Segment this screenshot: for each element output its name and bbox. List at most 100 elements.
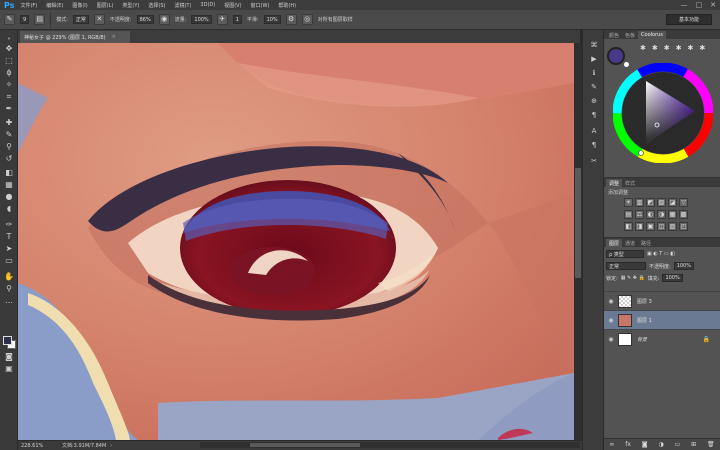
horizontal-scrollbar[interactable] [200, 442, 580, 448]
fill-field[interactable]: 100% [662, 274, 683, 282]
levels-icon[interactable]: ▥ [635, 198, 644, 207]
rectangle-tool-icon[interactable]: ▭ [3, 256, 15, 266]
collapse-arrows-icon[interactable]: » [3, 34, 15, 44]
layer-row[interactable]: ◉ 背景 🔒 [604, 329, 720, 348]
menu-file[interactable]: 文件(F) [20, 2, 37, 9]
pressure-opacity-icon[interactable]: ◉ [158, 14, 170, 25]
status-menu-arrow-icon[interactable]: › [110, 443, 112, 449]
mode-select[interactable]: 正常 [72, 15, 89, 24]
character-icon[interactable]: A [588, 126, 600, 136]
layer-mask-icon[interactable]: ◙ [642, 441, 648, 448]
delete-layer-icon[interactable]: 🗑 [707, 441, 715, 448]
mode-icon-2[interactable]: ✱ [652, 44, 658, 52]
visibility-eye-icon[interactable]: ◉ [604, 336, 618, 343]
smoothing-field[interactable]: 10% [263, 15, 281, 24]
lock-icons[interactable]: ▦ ✎ ✥ 🔒 [621, 275, 645, 281]
dodge-tool-icon[interactable]: ◖ [3, 204, 15, 214]
menu-type[interactable]: 类型(Y) [122, 2, 139, 9]
selective-color-icon[interactable]: ◫ [657, 222, 666, 231]
curves-icon[interactable]: ◩ [646, 198, 655, 207]
black-white-icon[interactable]: ◐ [646, 210, 655, 219]
actions-icon[interactable]: ▶ [588, 54, 600, 64]
new-layer-icon[interactable]: ⊞ [691, 441, 696, 448]
type-tool-icon[interactable]: T [3, 232, 15, 242]
pen-tool-icon[interactable]: ✑ [3, 220, 15, 230]
foreground-color-swatch[interactable] [3, 336, 12, 345]
tab-adjustments[interactable]: 调整 [606, 179, 623, 187]
properties-icon[interactable]: ℹ [588, 68, 600, 78]
menu-layer[interactable]: 图层(L) [97, 2, 114, 9]
close-icon[interactable]: ✕ [93, 14, 105, 25]
horizontal-scroll-thumb[interactable] [250, 443, 360, 447]
layer-row[interactable]: ◉ 图层 1 [604, 310, 720, 329]
tab-coolorus[interactable]: Coolorus [638, 31, 666, 39]
move-tool-icon[interactable]: ✥ [3, 44, 15, 54]
quick-select-tool-icon[interactable]: ✧ [3, 80, 15, 90]
menu-window[interactable]: 窗口(W) [251, 2, 270, 9]
lasso-tool-icon[interactable]: ϕ [3, 68, 15, 78]
vibrance-icon[interactable]: ◪ [668, 198, 677, 207]
channel-mixer-icon[interactable]: ▦ [668, 210, 677, 219]
menu-select[interactable]: 选择(S) [148, 2, 165, 9]
menu-filter[interactable]: 滤镜(T) [174, 2, 191, 9]
brush-preset-icon[interactable]: ✎ [4, 14, 15, 25]
sample-all-label[interactable]: 对所有图层取样 [318, 16, 353, 23]
layer-style-icon[interactable]: fx [625, 441, 631, 448]
hand-tool-icon[interactable]: ✋ [3, 272, 15, 282]
blend-mode-select[interactable]: 正常 [606, 262, 646, 270]
mode-icon-3[interactable]: ✱ [664, 44, 670, 52]
paragraph-icon[interactable]: ¶ [588, 110, 600, 120]
adjustment-layer-icon[interactable]: ◑ [658, 441, 663, 448]
tab-styles[interactable]: 样式 [622, 179, 638, 187]
blur-tool-icon[interactable]: ● [3, 192, 15, 202]
marquee-tool-icon[interactable]: ⬚ [3, 56, 15, 66]
layer-kind-filter[interactable]: ρ 类型 [606, 250, 644, 258]
tab-swatches[interactable]: 色板 [622, 31, 638, 39]
pressure-size-icon[interactable]: ◎ [301, 14, 313, 25]
brush-tool-icon[interactable]: ✎ [3, 130, 15, 140]
mode-icon-1[interactable]: ✱ [640, 44, 646, 52]
visibility-eye-icon[interactable]: ◉ [604, 298, 618, 305]
photo-filter-icon[interactable]: ◑ [657, 210, 666, 219]
layer-opacity-field[interactable]: 100% [673, 262, 694, 270]
clone-source-icon[interactable]: ⊕ [588, 96, 600, 106]
tool-presets-icon[interactable]: ✂ [588, 156, 600, 166]
path-select-tool-icon[interactable]: ➤ [3, 244, 15, 254]
paragraph-styles-icon[interactable]: ¶ [588, 140, 600, 150]
minimize-button[interactable]: — [681, 1, 688, 9]
hue-sat-icon[interactable]: ▤ [624, 210, 633, 219]
maximize-button[interactable]: □ [696, 1, 703, 9]
exposure-icon[interactable]: ▧ [657, 198, 666, 207]
history-icon[interactable]: ⌘ [588, 40, 600, 50]
eyedropper-tool-icon[interactable]: ✒ [3, 104, 15, 114]
close-tab-icon[interactable]: × [112, 34, 116, 40]
vertical-scrollbar[interactable] [574, 43, 582, 440]
layer-row[interactable]: ◉ 图层 3 [604, 291, 720, 310]
new-group-icon[interactable]: ▭ [675, 441, 681, 448]
gradient-tool-icon[interactable]: ▦ [3, 180, 15, 190]
mode-icon-4[interactable]: ✱ [676, 44, 682, 52]
document-canvas[interactable] [18, 43, 574, 440]
vertical-scroll-thumb[interactable] [575, 168, 581, 278]
tab-paths[interactable]: 路径 [638, 239, 654, 247]
workspace-select[interactable]: 基本功能 [666, 14, 712, 25]
healing-brush-tool-icon[interactable]: ✚ [3, 118, 15, 128]
color-lookup-icon[interactable]: ▩ [679, 210, 688, 219]
settings-gear-icon[interactable]: ⚙ [285, 14, 297, 25]
solid-fill-icon[interactable]: ◰ [679, 222, 688, 231]
link-layers-icon[interactable]: ∞ [609, 441, 614, 448]
brush-size-field[interactable]: 9 [20, 15, 30, 24]
tab-channels[interactable]: 通道 [622, 239, 638, 247]
close-window-button[interactable]: ✕ [710, 1, 716, 9]
more-tools-icon[interactable]: … [3, 296, 15, 306]
mode-icon-6[interactable]: ✱ [699, 44, 705, 52]
document-tab[interactable]: 神秘女子 @ 229% (图层 1, RGB/8) × [20, 31, 130, 43]
posterize-icon[interactable]: ◨ [635, 222, 644, 231]
menu-help[interactable]: 帮助(H) [278, 2, 296, 9]
menu-view[interactable]: 视图(V) [224, 2, 241, 9]
tab-color[interactable]: 颜色 [606, 31, 622, 39]
gradient-icon[interactable]: ▨ [668, 222, 677, 231]
menu-edit[interactable]: 编辑(E) [46, 2, 63, 9]
quick-mask-icon[interactable]: ◙ [3, 352, 15, 362]
zoom-level[interactable]: 228.61% [18, 443, 43, 449]
